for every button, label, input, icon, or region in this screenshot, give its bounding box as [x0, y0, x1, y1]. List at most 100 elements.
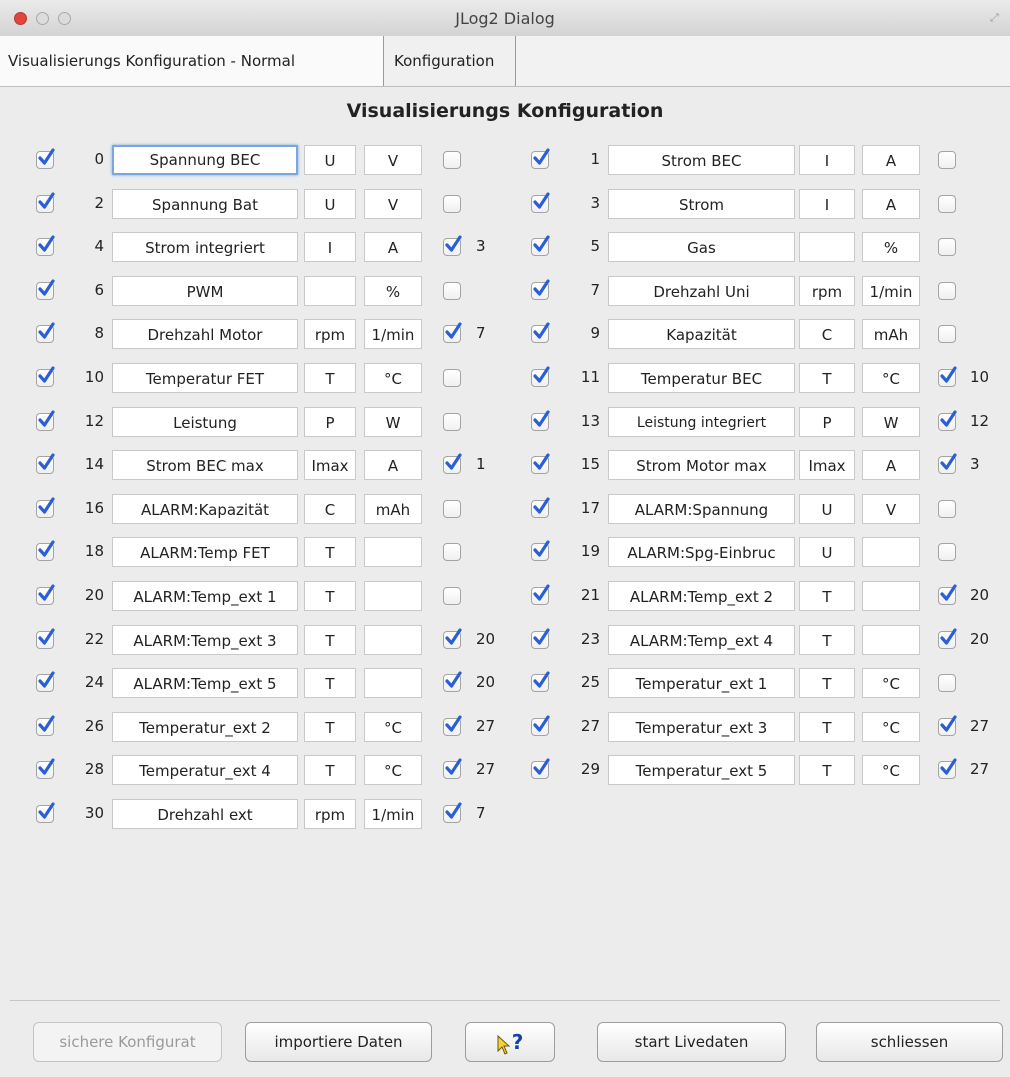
- visible-checkbox[interactable]: [531, 322, 550, 343]
- visible-checkbox[interactable]: [531, 758, 550, 779]
- channel-name-field[interactable]: Strom BEC: [608, 145, 795, 175]
- import-data-button[interactable]: importiere Daten: [245, 1022, 432, 1062]
- unit-field[interactable]: °C: [862, 712, 920, 742]
- visible-checkbox[interactable]: [531, 366, 550, 387]
- link-checkbox[interactable]: [938, 674, 956, 692]
- unit-field[interactable]: %: [862, 232, 920, 262]
- unit-field[interactable]: °C: [862, 668, 920, 698]
- symbol-field[interactable]: I: [799, 145, 855, 175]
- channel-name-field[interactable]: Strom: [608, 189, 795, 219]
- config-row: 3 Strom I A: [0, 189, 1010, 221]
- unit-field[interactable]: 1/min: [862, 276, 920, 306]
- unit-field[interactable]: [862, 625, 920, 655]
- link-checkbox[interactable]: [938, 238, 956, 256]
- symbol-field[interactable]: [799, 232, 855, 262]
- channel-name-field[interactable]: Temperatur_ext 5: [608, 755, 795, 785]
- channel-name-field[interactable]: ALARM:Temp_ext 4: [608, 625, 795, 655]
- channel-index: 15: [580, 455, 600, 473]
- channel-name-field[interactable]: Strom Motor max: [608, 450, 795, 480]
- link-checkbox[interactable]: [938, 758, 957, 779]
- channel-name-field[interactable]: Kapazität: [608, 319, 795, 349]
- unit-field[interactable]: A: [862, 145, 920, 175]
- channel-name-field[interactable]: Temperatur_ext 3: [608, 712, 795, 742]
- channel-index: 17: [580, 499, 600, 517]
- link-checkbox[interactable]: [938, 325, 956, 343]
- link-checkbox[interactable]: [938, 410, 957, 431]
- save-config-button[interactable]: sichere Konfigurat: [33, 1022, 222, 1062]
- unit-field[interactable]: A: [862, 450, 920, 480]
- channel-index: 23: [580, 630, 600, 648]
- channel-name-field[interactable]: Gas: [608, 232, 795, 262]
- channel-index: 11: [580, 368, 600, 386]
- visible-checkbox[interactable]: [531, 410, 550, 431]
- link-checkbox[interactable]: [938, 500, 956, 518]
- visible-checkbox[interactable]: [531, 148, 550, 169]
- unit-field[interactable]: 1/min: [364, 799, 422, 829]
- resize-corner-icon[interactable]: ⤢: [990, 12, 1002, 24]
- unit-field[interactable]: °C: [862, 363, 920, 393]
- visible-checkbox[interactable]: [531, 628, 550, 649]
- symbol-field[interactable]: T: [799, 755, 855, 785]
- symbol-field[interactable]: rpm: [304, 799, 356, 829]
- start-live-data-button[interactable]: start Livedaten: [597, 1022, 786, 1062]
- link-checkbox[interactable]: [938, 543, 956, 561]
- channel-name-field[interactable]: Drehzahl Uni: [608, 276, 795, 306]
- visible-checkbox[interactable]: [531, 453, 550, 474]
- channel-name-field[interactable]: Drehzahl ext: [112, 799, 298, 829]
- unit-field[interactable]: [862, 537, 920, 567]
- unit-field[interactable]: [862, 581, 920, 611]
- channel-name-field[interactable]: Temperatur BEC: [608, 363, 795, 393]
- tab-visualisierungs-konfiguration[interactable]: Visualisierungs Konfiguration - Normal: [0, 36, 384, 86]
- channel-name-field[interactable]: Temperatur_ext 1: [608, 668, 795, 698]
- visible-checkbox[interactable]: [531, 235, 550, 256]
- link-checkbox[interactable]: [938, 282, 956, 300]
- visible-checkbox[interactable]: [531, 192, 550, 213]
- unit-field[interactable]: mAh: [862, 319, 920, 349]
- unit-field[interactable]: V: [862, 494, 920, 524]
- link-checkbox[interactable]: [938, 195, 956, 213]
- visible-checkbox[interactable]: [531, 540, 550, 561]
- visible-checkbox[interactable]: [531, 671, 550, 692]
- channel-name-field[interactable]: ALARM:Spg-Einbruc: [608, 537, 795, 567]
- link-checkbox[interactable]: [938, 453, 957, 474]
- visible-checkbox[interactable]: [531, 715, 550, 736]
- symbol-field[interactable]: I: [799, 189, 855, 219]
- channel-index: 3: [590, 194, 600, 212]
- symbol-field[interactable]: Imax: [799, 450, 855, 480]
- config-row: 17 ALARM:Spannung U V: [0, 494, 1010, 526]
- close-button[interactable]: schliessen: [816, 1022, 1003, 1062]
- symbol-field[interactable]: rpm: [799, 276, 855, 306]
- channel-index: 7: [590, 281, 600, 299]
- visible-checkbox[interactable]: [36, 802, 55, 823]
- unit-field[interactable]: A: [862, 189, 920, 219]
- link-checkbox[interactable]: [443, 802, 462, 823]
- symbol-field[interactable]: P: [799, 407, 855, 437]
- tab-konfiguration[interactable]: Konfiguration: [384, 36, 516, 86]
- symbol-field[interactable]: T: [799, 625, 855, 655]
- channel-name-field[interactable]: ALARM:Spannung: [608, 494, 795, 524]
- symbol-field[interactable]: U: [799, 537, 855, 567]
- symbol-field[interactable]: T: [799, 712, 855, 742]
- symbol-field[interactable]: T: [799, 581, 855, 611]
- linked-channel-ref: 10: [970, 368, 990, 386]
- link-checkbox[interactable]: [938, 584, 957, 605]
- channel-name-field[interactable]: Leistung integriert: [608, 407, 795, 437]
- symbol-field[interactable]: T: [799, 668, 855, 698]
- unit-field[interactable]: °C: [862, 755, 920, 785]
- visible-checkbox[interactable]: [531, 497, 550, 518]
- help-button[interactable]: ?: [465, 1022, 555, 1062]
- link-checkbox[interactable]: [938, 366, 957, 387]
- config-row: 5 Gas%: [0, 232, 1010, 264]
- symbol-field[interactable]: U: [799, 494, 855, 524]
- link-checkbox[interactable]: [938, 628, 957, 649]
- channel-name-field[interactable]: ALARM:Temp_ext 2: [608, 581, 795, 611]
- link-checkbox[interactable]: [938, 715, 957, 736]
- visible-checkbox[interactable]: [531, 584, 550, 605]
- symbol-field[interactable]: T: [799, 363, 855, 393]
- link-checkbox[interactable]: [938, 151, 956, 169]
- unit-field[interactable]: W: [862, 407, 920, 437]
- symbol-field[interactable]: C: [799, 319, 855, 349]
- channel-index: 9: [590, 324, 600, 342]
- channel-index: 19: [580, 542, 600, 560]
- visible-checkbox[interactable]: [531, 279, 550, 300]
